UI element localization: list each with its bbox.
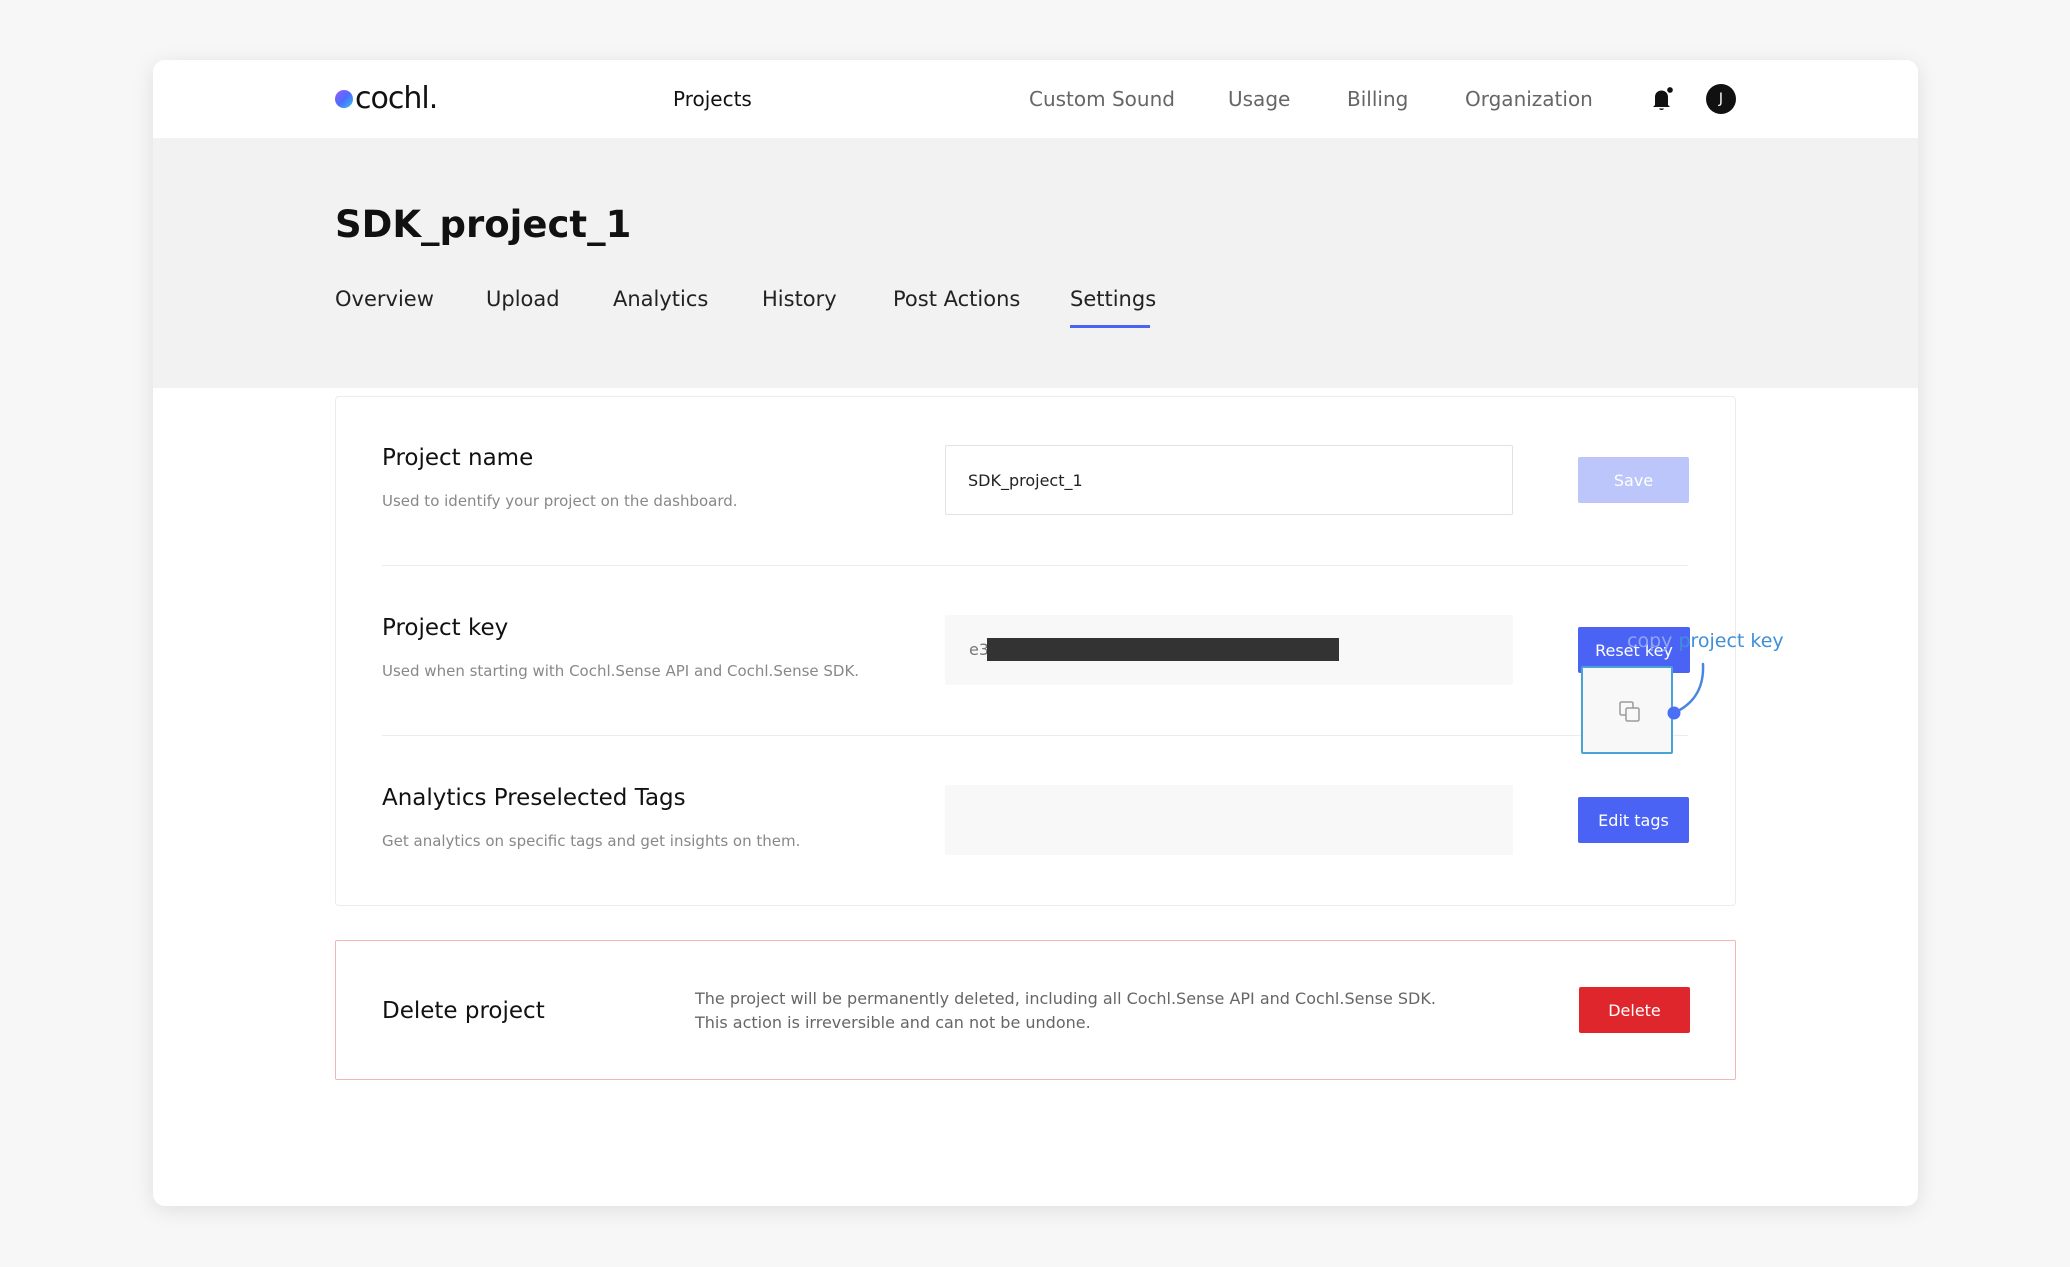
- nav-organization[interactable]: Organization: [1465, 82, 1593, 116]
- copy-key-callout: copy project key: [1627, 628, 1784, 654]
- tags-title: Analytics Preselected Tags: [382, 785, 686, 811]
- top-navbar: cochl. Projects Custom Sound Usage Billi…: [153, 60, 1918, 138]
- tab-history[interactable]: History: [762, 282, 837, 316]
- tags-field[interactable]: [945, 785, 1513, 855]
- copy-key-button[interactable]: [1581, 666, 1673, 754]
- logo-text: cochl.: [355, 81, 438, 116]
- delete-description-line2: This action is irreversible and can not …: [695, 1013, 1091, 1032]
- tab-overview[interactable]: Overview: [335, 282, 434, 316]
- delete-project-card: Delete project The project will be perma…: [335, 940, 1736, 1080]
- row-divider: [382, 565, 1688, 566]
- callout-text-part2: project key: [1678, 630, 1784, 652]
- delete-description-line1: The project will be permanently deleted,…: [695, 989, 1436, 1008]
- tab-analytics[interactable]: Analytics: [613, 282, 708, 316]
- copy-icon: [1619, 701, 1640, 722]
- delete-button[interactable]: Delete: [1579, 987, 1690, 1033]
- project-key-field[interactable]: e3: [945, 615, 1513, 685]
- callout-pointer: [1667, 662, 1705, 720]
- project-name-description: Used to identify your project on the das…: [382, 492, 738, 510]
- row-divider: [382, 735, 1688, 736]
- callout-text-part1: copy: [1627, 630, 1673, 652]
- save-button[interactable]: Save: [1578, 457, 1689, 503]
- project-header: [153, 138, 1918, 388]
- bell-icon[interactable]: [1647, 84, 1677, 114]
- nav-projects[interactable]: Projects: [673, 82, 752, 116]
- settings-card: Project name Used to identify your proje…: [335, 396, 1736, 906]
- app-window: cochl. Projects Custom Sound Usage Billi…: [153, 60, 1918, 1206]
- user-avatar[interactable]: J: [1706, 84, 1736, 114]
- nav-custom-sound[interactable]: Custom Sound: [1029, 82, 1175, 116]
- nav-billing[interactable]: Billing: [1347, 82, 1408, 116]
- project-name-title: Project name: [382, 445, 534, 471]
- tab-upload[interactable]: Upload: [486, 282, 560, 316]
- logo-dot-icon: [335, 90, 353, 108]
- project-key-title: Project key: [382, 615, 509, 641]
- nav-usage[interactable]: Usage: [1228, 82, 1290, 116]
- page-title: SDK_project_1: [335, 203, 632, 246]
- delete-project-description: The project will be permanently deleted,…: [695, 987, 1436, 1035]
- tab-settings[interactable]: Settings: [1070, 282, 1156, 316]
- project-name-input[interactable]: [945, 445, 1513, 515]
- project-key-redacted: [987, 638, 1339, 661]
- cochl-logo[interactable]: cochl.: [335, 81, 438, 116]
- tab-post-actions[interactable]: Post Actions: [893, 282, 1020, 316]
- project-key-description: Used when starting with Cochl.Sense API …: [382, 662, 860, 680]
- tags-description: Get analytics on specific tags and get i…: [382, 832, 801, 850]
- active-tab-indicator: [1070, 325, 1150, 328]
- delete-project-title: Delete project: [382, 998, 545, 1024]
- edit-tags-button[interactable]: Edit tags: [1578, 797, 1689, 843]
